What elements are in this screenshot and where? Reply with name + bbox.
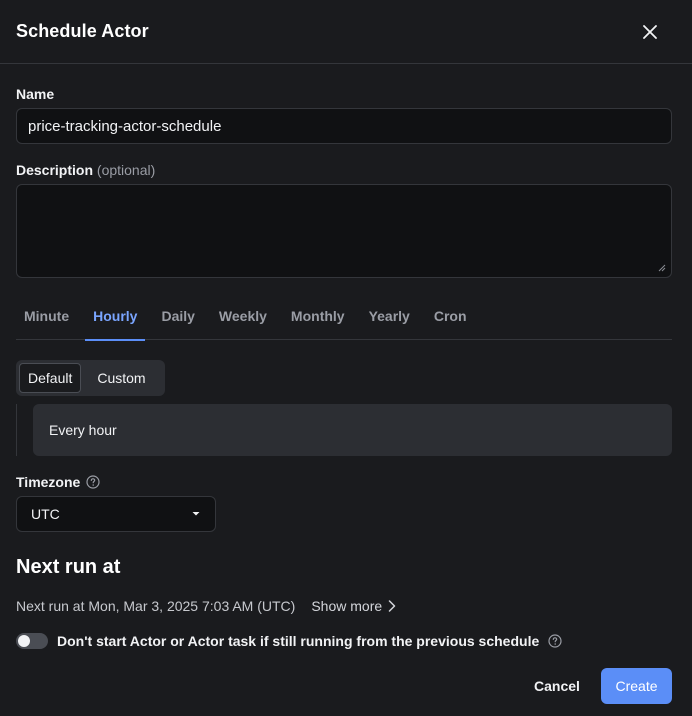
mode-custom-button[interactable]: Custom bbox=[81, 363, 161, 393]
description-label-text: Description bbox=[16, 162, 94, 178]
frequency-tabs: Minute Hourly Daily Weekly Monthly Yearl… bbox=[16, 298, 672, 341]
description-textarea[interactable] bbox=[16, 184, 672, 278]
description-label: Description (optional) bbox=[16, 162, 155, 178]
divider bbox=[16, 404, 17, 456]
timezone-value: UTC bbox=[31, 506, 60, 522]
tab-weekly[interactable]: Weekly bbox=[211, 298, 275, 340]
dialog-title: Schedule Actor bbox=[16, 21, 149, 41]
tab-minute[interactable]: Minute bbox=[16, 298, 77, 340]
help-icon[interactable] bbox=[548, 634, 562, 648]
skip-if-running-toggle[interactable] bbox=[16, 633, 48, 649]
schedule-summary: Every hour bbox=[33, 404, 672, 456]
next-run-row: Next run at Mon, Mar 3, 2025 7:03 AM (UT… bbox=[16, 598, 396, 614]
chevron-right-icon[interactable] bbox=[388, 600, 396, 612]
skip-if-running-row: Don't start Actor or Actor task if still… bbox=[16, 633, 562, 649]
tab-hourly[interactable]: Hourly bbox=[85, 298, 146, 341]
timezone-label-text: Timezone bbox=[16, 474, 81, 490]
name-input[interactable] bbox=[16, 108, 672, 144]
tab-daily[interactable]: Daily bbox=[153, 298, 202, 340]
close-button[interactable] bbox=[638, 20, 662, 44]
skip-if-running-label: Don't start Actor or Actor task if still… bbox=[57, 633, 540, 649]
resize-grip-icon[interactable] bbox=[658, 264, 666, 272]
mode-segmented-control: Default Custom bbox=[16, 360, 165, 396]
close-icon[interactable] bbox=[643, 24, 657, 39]
caret-down-icon bbox=[192, 512, 200, 516]
next-run-heading: Next run at bbox=[16, 556, 121, 578]
next-run-text: Next run at Mon, Mar 3, 2025 7:03 AM (UT… bbox=[16, 598, 296, 614]
show-more-label[interactable]: Show more bbox=[311, 598, 382, 614]
dialog-header: Schedule Actor bbox=[0, 0, 692, 64]
show-more-link[interactable]: Show more bbox=[311, 598, 396, 614]
create-button[interactable]: Create bbox=[601, 668, 672, 704]
tab-cron[interactable]: Cron bbox=[426, 298, 475, 340]
tab-yearly[interactable]: Yearly bbox=[361, 298, 418, 340]
optional-hint: (optional) bbox=[96, 162, 156, 178]
name-label: Name bbox=[16, 86, 55, 102]
toggle-knob bbox=[18, 635, 30, 647]
cancel-button[interactable]: Cancel bbox=[524, 668, 590, 704]
timezone-select[interactable]: UTC bbox=[16, 496, 216, 532]
tab-monthly[interactable]: Monthly bbox=[283, 298, 353, 340]
mode-default-button[interactable]: Default bbox=[19, 363, 82, 393]
timezone-label: Timezone bbox=[16, 474, 100, 490]
help-icon[interactable] bbox=[86, 475, 100, 489]
